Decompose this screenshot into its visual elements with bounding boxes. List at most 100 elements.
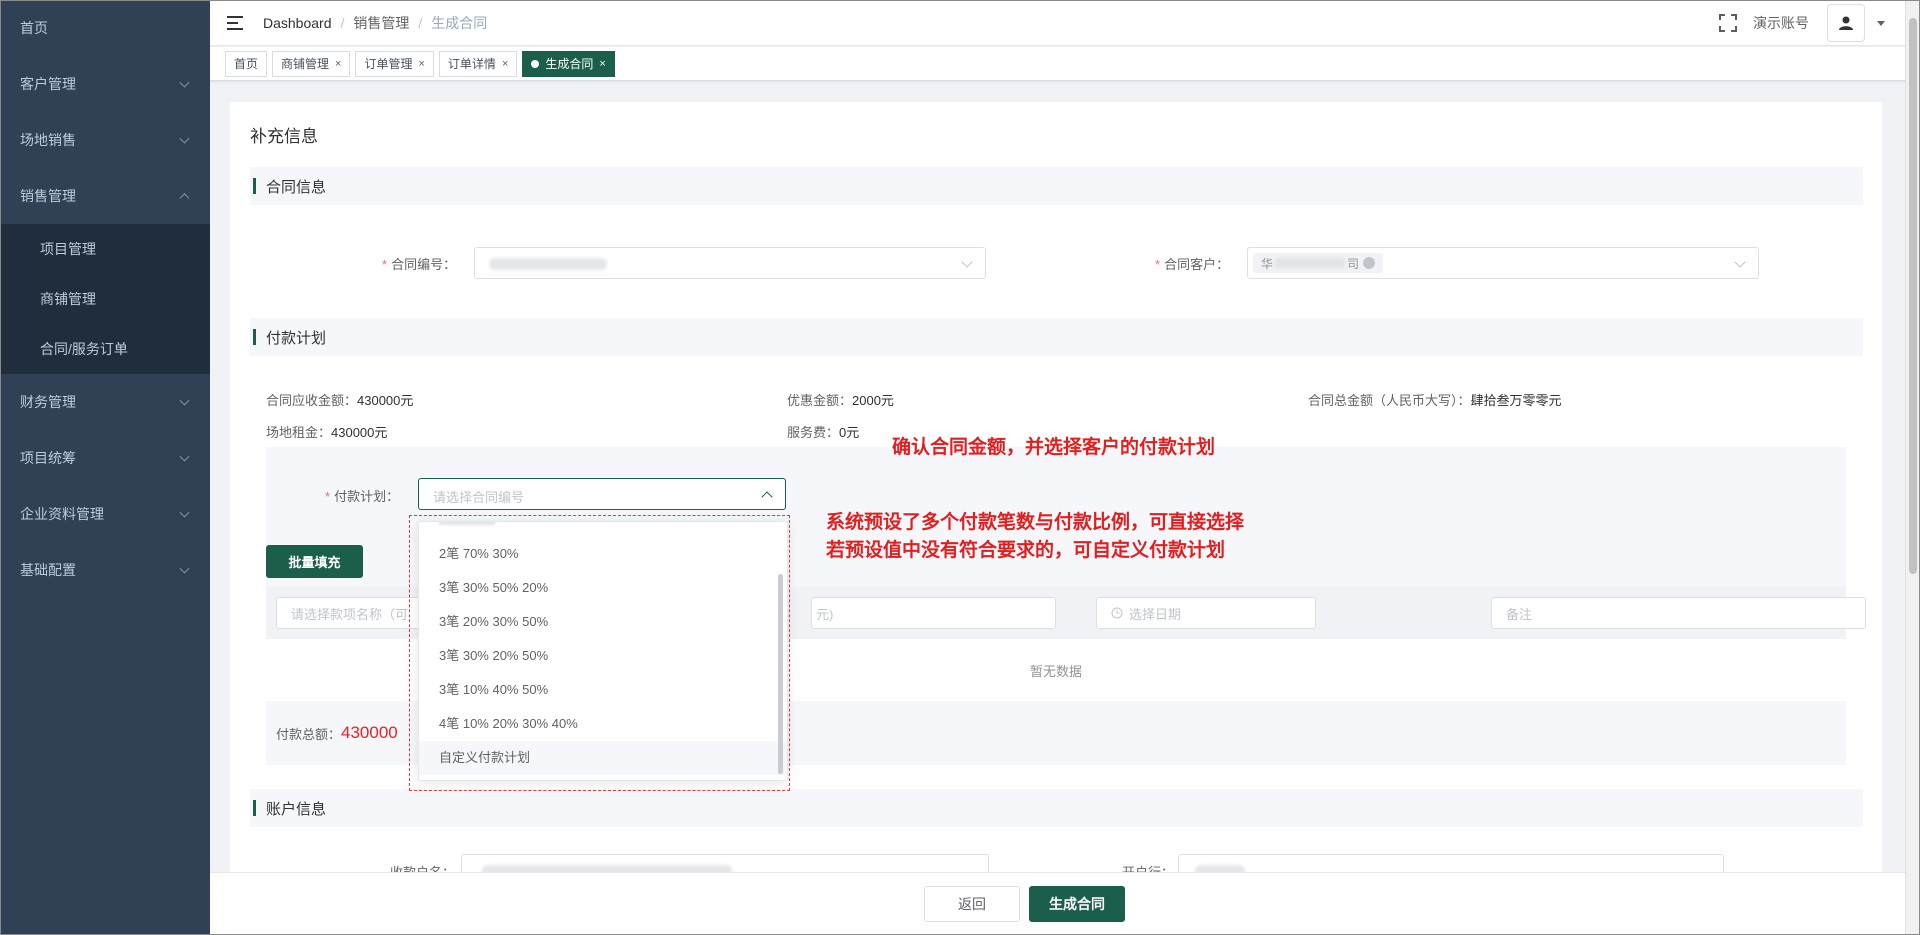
- receivable-amount: 合同应收金额：430000元: [266, 393, 414, 408]
- tab-generate-contract[interactable]: 生成合同 ×: [522, 50, 615, 77]
- breadcrumb: Dashboard / 销售管理 / 生成合同: [263, 13, 488, 33]
- account-name[interactable]: 演示账号: [1753, 13, 1809, 33]
- sidebar-item-contracts[interactable]: 合同/服务订单: [0, 324, 210, 374]
- chevron-up-icon: [761, 491, 773, 503]
- caret-down-icon[interactable]: [1877, 20, 1885, 26]
- venue-rent: 场地租金：430000元: [266, 425, 388, 440]
- close-icon[interactable]: ×: [502, 58, 508, 70]
- generate-contract-button[interactable]: 生成合同: [1029, 886, 1125, 922]
- sidebar-item-customer[interactable]: 客户管理: [0, 56, 210, 112]
- tab-shops[interactable]: 商铺管理 ×: [272, 50, 351, 77]
- tab-home[interactable]: 首页: [225, 50, 268, 77]
- page-scrollbar[interactable]: [1905, 0, 1920, 935]
- breadcrumb-item[interactable]: 销售管理: [353, 13, 409, 33]
- sidebar-item-label: 场地销售: [20, 132, 76, 148]
- amount-input[interactable]: 元): [811, 597, 1056, 629]
- footer-bar: 返回 生成合同: [210, 872, 1905, 935]
- breadcrumb-item: 生成合同: [431, 14, 488, 31]
- sidebar-item-label: 合同/服务订单: [40, 341, 128, 357]
- empty-text: 暂无数据: [1029, 663, 1082, 679]
- tab-label: 订单详情: [447, 57, 496, 71]
- sidebar-item-label: 项目统筹: [20, 450, 76, 466]
- total-amount-cn: 合同总金额（人民币大写）：肆拾叁万零零元: [1308, 393, 1562, 408]
- active-dot-icon: [531, 59, 540, 68]
- tags-view: 首页 商铺管理 × 订单管理 × 订单详情 × 生成合同 ×: [210, 47, 1905, 81]
- sidebar-item-sales[interactable]: 销售管理: [0, 168, 210, 224]
- back-button[interactable]: 返回: [924, 886, 1020, 922]
- chevron-down-icon: [179, 395, 190, 406]
- annotation-text: 系统预设了多个付款笔数与付款比例，可直接选择: [826, 511, 1245, 533]
- tab-orders[interactable]: 订单管理 ×: [355, 50, 434, 77]
- sidebar-item-planning[interactable]: 项目统筹: [0, 430, 210, 486]
- section-title: 合同信息: [266, 178, 327, 196]
- sidebar-item-label: 首页: [20, 20, 48, 36]
- navbar: Dashboard / 销售管理 / 生成合同 演示账号: [210, 0, 1905, 46]
- fullscreen-icon[interactable]: [1719, 14, 1737, 32]
- sidebar-item-label: 客户管理: [20, 76, 76, 92]
- clock-icon: [1111, 607, 1123, 619]
- batch-fill-button[interactable]: 批量填充: [266, 545, 363, 578]
- payee-input[interactable]: [461, 854, 989, 872]
- annotation-highlight-box: [409, 515, 790, 791]
- chevron-down-icon: [179, 133, 190, 144]
- sidebar: 首页 客户管理 场地销售 销售管理 项目管理 商铺管理 合同/服务订单 财务管理…: [0, 0, 210, 935]
- sidebar-item-venue-sales[interactable]: 场地销售: [0, 112, 210, 168]
- user-icon: [1839, 16, 1853, 30]
- sidebar-item-label: 财务管理: [20, 394, 76, 410]
- section-contract-info: 合同信息: [250, 167, 1863, 205]
- sidebar-item-projects[interactable]: 项目管理: [0, 224, 210, 274]
- sidebar-item-label: 基础配置: [20, 562, 76, 578]
- section-payment-plan: 付款计划: [250, 318, 1863, 356]
- contract-customer-label: * 合同客户：: [1155, 257, 1230, 272]
- sidebar-item-enterprise[interactable]: 企业资料管理: [0, 486, 210, 542]
- note-input[interactable]: 备注: [1491, 597, 1866, 629]
- bank-input[interactable]: [1178, 854, 1724, 872]
- redacted-value: [489, 258, 607, 270]
- contract-customer-select[interactable]: 华司: [1247, 247, 1759, 279]
- chevron-down-icon: [961, 256, 973, 268]
- chevron-down-icon: [1734, 256, 1746, 268]
- service-fee: 服务费：0元: [787, 425, 860, 440]
- tab-order-detail[interactable]: 订单详情 ×: [438, 50, 518, 77]
- contract-number-select[interactable]: [474, 247, 986, 279]
- payment-plan-select[interactable]: 请选择合同编号: [418, 478, 786, 510]
- close-icon[interactable]: ×: [335, 58, 341, 70]
- payment-total: 付款总额： 430000: [276, 723, 398, 742]
- section-title: 付款计划: [266, 329, 327, 347]
- avatar[interactable]: [1827, 4, 1865, 42]
- tab-label: 生成合同: [545, 57, 594, 71]
- bank-label: 开户行：: [1122, 862, 1174, 872]
- chevron-up-icon: [179, 193, 190, 204]
- date-picker[interactable]: 选择日期: [1096, 597, 1316, 629]
- section-title: 账户信息: [266, 800, 327, 818]
- chevron-down-icon: [179, 77, 190, 88]
- sidebar-item-shops[interactable]: 商铺管理: [0, 274, 210, 324]
- sidebar-item-config[interactable]: 基础配置: [0, 542, 210, 598]
- sidebar-item-finance[interactable]: 财务管理: [0, 374, 210, 430]
- sidebar-item-label: 销售管理: [20, 188, 76, 204]
- redacted-value: [482, 865, 732, 872]
- navbar-right: 演示账号: [1719, 0, 1905, 46]
- tab-label: 首页: [234, 57, 259, 71]
- hamburger-icon[interactable]: [227, 15, 243, 30]
- breadcrumb-item[interactable]: Dashboard: [263, 15, 332, 31]
- redacted-value: [1195, 865, 1245, 872]
- tab-label: 订单管理: [364, 57, 413, 71]
- annotation-text: 若预设值中没有符合要求的，可自定义付款计划: [826, 539, 1226, 561]
- sidebar-item-label: 企业资料管理: [20, 506, 104, 522]
- close-icon[interactable]: [1363, 257, 1376, 269]
- chevron-down-icon: [179, 563, 190, 574]
- page-title: 补充信息: [250, 127, 318, 146]
- chevron-down-icon: [179, 451, 190, 462]
- payment-plan-label: * 付款计划：: [325, 489, 400, 504]
- close-icon[interactable]: ×: [599, 58, 605, 70]
- sidebar-item-label: 商铺管理: [40, 291, 96, 307]
- close-icon[interactable]: ×: [418, 58, 424, 70]
- chevron-down-icon: [179, 507, 190, 518]
- discount-amount: 优惠金额：2000元: [787, 393, 894, 408]
- payee-label: 收款户名：: [390, 862, 455, 872]
- scrollbar-thumb[interactable]: [1909, 18, 1917, 574]
- sidebar-item-label: 项目管理: [40, 241, 96, 257]
- sidebar-item-home[interactable]: 首页: [0, 0, 210, 56]
- annotation-text: 确认合同金额，并选择客户的付款计划: [892, 436, 1216, 458]
